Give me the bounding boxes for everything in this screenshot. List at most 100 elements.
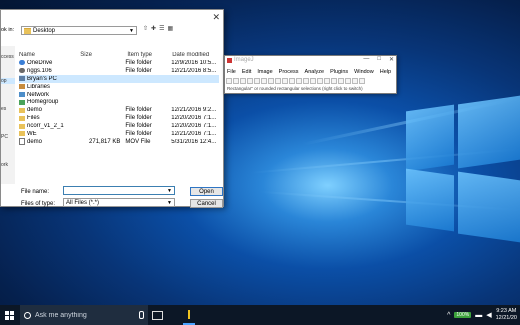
place-desktop[interactable]: op — [1, 78, 15, 84]
close-icon[interactable]: ✕ — [389, 56, 394, 63]
custom-tool-icon[interactable] — [310, 78, 316, 84]
column-header-name[interactable]: Name — [19, 52, 76, 58]
custom-tool-icon[interactable] — [338, 78, 344, 84]
tray-overflow-icon[interactable]: ^ — [447, 312, 450, 319]
volume-icon[interactable]: ◀ — [486, 311, 491, 319]
folder-icon — [19, 107, 25, 113]
freehand-tool-icon[interactable] — [247, 78, 253, 84]
file-name: OneDrive — [27, 59, 53, 66]
imagej-taskbar-icon[interactable] — [183, 309, 195, 325]
imagej-toolbar — [226, 78, 365, 84]
custom-tool-icon[interactable] — [324, 78, 330, 84]
minimize-icon[interactable]: — — [363, 56, 369, 63]
file-row[interactable]: Homegroup — [19, 98, 219, 106]
file-row[interactable]: OneDrive File folder 12/9/2016 10:5... — [19, 59, 219, 67]
file-row[interactable]: demo File folder 12/21/2016 9:2... — [19, 106, 219, 114]
file-row[interactable]: Bryan's PC — [19, 74, 219, 83]
lib-icon — [19, 84, 25, 90]
rectangle-tool-icon[interactable] — [226, 78, 232, 84]
file-date: 12/20/2016 7:1... — [171, 115, 217, 122]
file-name: riggs.106 — [27, 67, 52, 74]
wand-tool-icon[interactable] — [275, 78, 281, 84]
column-header-size[interactable]: Size — [76, 52, 125, 58]
file-size: 271,817 KB — [89, 138, 121, 145]
hand-tool-icon[interactable] — [296, 78, 302, 84]
file-name-input[interactable]: ▼ — [63, 186, 175, 195]
column-header-date[interactable]: Date modified — [172, 52, 219, 58]
clock[interactable]: 9:23 AM 12/21/20 — [496, 308, 517, 322]
place-quick-access[interactable]: ccess — [1, 54, 14, 60]
file-type: File folder — [125, 123, 152, 130]
search-input[interactable] — [35, 311, 125, 319]
open-button[interactable]: Open — [190, 187, 223, 196]
file-row[interactable]: Network — [19, 91, 219, 99]
more-tools-icon[interactable] — [359, 78, 365, 84]
battery-indicator[interactable]: 100% — [454, 312, 472, 318]
menu-image[interactable]: Image — [257, 69, 272, 75]
maximize-icon[interactable]: □ — [377, 56, 381, 63]
start-button[interactable] — [5, 311, 14, 320]
new-folder-icon[interactable]: ✚ — [151, 25, 156, 32]
dialog-close-button[interactable]: ✕ — [212, 12, 220, 23]
home-icon — [19, 99, 25, 105]
menu-file[interactable]: File — [227, 69, 236, 75]
file-type: File folder — [125, 115, 152, 122]
menu-help[interactable]: Help — [380, 69, 391, 75]
pc-icon — [19, 76, 25, 82]
text-tool-icon[interactable] — [282, 78, 288, 84]
file-date: 12/20/2016 7:1... — [171, 123, 217, 130]
task-view-icon[interactable] — [152, 311, 163, 320]
windows-logo-icon — [5, 311, 9, 315]
file-date: 12/9/2016 10:5... — [171, 59, 217, 66]
dialog-toolbar: ⇧ ✚ ☰ ▦ — [143, 25, 173, 32]
file-row[interactable]: WE File folder 12/21/2016 7:1... — [19, 130, 219, 138]
custom-tool-icon[interactable] — [345, 78, 351, 84]
menu-process[interactable]: Process — [279, 69, 299, 75]
cortana-search-box[interactable] — [20, 305, 148, 325]
details-view-icon[interactable]: ▦ — [167, 25, 173, 32]
menu-plugins[interactable]: Plugins — [330, 69, 348, 75]
file-row[interactable]: Files File folder 12/20/2016 7:1... — [19, 114, 219, 122]
file-row[interactable]: ricorr_v1_2_1 File folder 12/20/2016 7:1..… — [19, 122, 219, 130]
custom-tool-icon[interactable] — [352, 78, 358, 84]
menu-analyze[interactable]: Analyze — [305, 69, 325, 75]
list-view-icon[interactable]: ☰ — [159, 25, 164, 32]
network-icon[interactable]: ▬ — [475, 312, 482, 319]
files-of-type-label: Files of type: — [21, 201, 56, 207]
file-list: Name Size Item type Date modified OneDri… — [19, 51, 219, 146]
microphone-icon[interactable] — [139, 311, 144, 319]
point-tool-icon[interactable] — [268, 78, 274, 84]
menu-window[interactable]: Window — [354, 69, 374, 75]
taskbar: ^ 100% ▬ ◀ 9:23 AM 12/21/20 — [0, 305, 520, 325]
clock-time: 9:23 AM — [496, 308, 517, 314]
column-header-type[interactable]: Item type — [125, 52, 172, 58]
imagej-window: ImageJ — □ ✕ File Edit Image Process Ana… — [224, 55, 397, 94]
polygon-tool-icon[interactable] — [240, 78, 246, 84]
cancel-button[interactable]: Cancel — [190, 199, 223, 208]
folder-icon — [19, 115, 25, 121]
place-libraries[interactable]: es — [1, 106, 6, 112]
imagej-logo-icon — [227, 57, 232, 63]
file-type: File folder — [125, 59, 152, 66]
custom-tool-icon[interactable] — [317, 78, 323, 84]
look-in-combo[interactable]: Desktop ▼ — [21, 26, 137, 35]
angle-tool-icon[interactable] — [261, 78, 267, 84]
menu-edit[interactable]: Edit — [242, 69, 251, 75]
place-network[interactable]: ork — [1, 162, 8, 168]
file-date: 12/21/2016 8:5... — [171, 67, 217, 74]
file-date: 12/21/2016 9:2... — [171, 107, 217, 114]
zoom-tool-icon[interactable] — [289, 78, 295, 84]
dropper-tool-icon[interactable] — [303, 78, 309, 84]
up-folder-icon[interactable]: ⇧ — [143, 25, 148, 32]
place-this-pc[interactable]: PC — [1, 134, 8, 140]
places-bar: ccess op es PC ork — [1, 46, 15, 184]
file-row[interactable]: riggs.106 File folder 12/21/2016 8:5... — [19, 67, 219, 75]
custom-tool-icon[interactable] — [331, 78, 337, 84]
files-of-type-select[interactable]: All Files (*.*) ▼ — [63, 198, 175, 207]
clock-date: 12/21/20 — [495, 315, 517, 321]
line-tool-icon[interactable] — [254, 78, 260, 84]
file-row[interactable]: demo 271,817 KB MOV File 5/31/2016 12:4... — [19, 138, 219, 146]
chevron-down-icon[interactable]: ▼ — [167, 188, 172, 194]
oval-tool-icon[interactable] — [233, 78, 239, 84]
file-row[interactable]: Libraries — [19, 83, 219, 91]
